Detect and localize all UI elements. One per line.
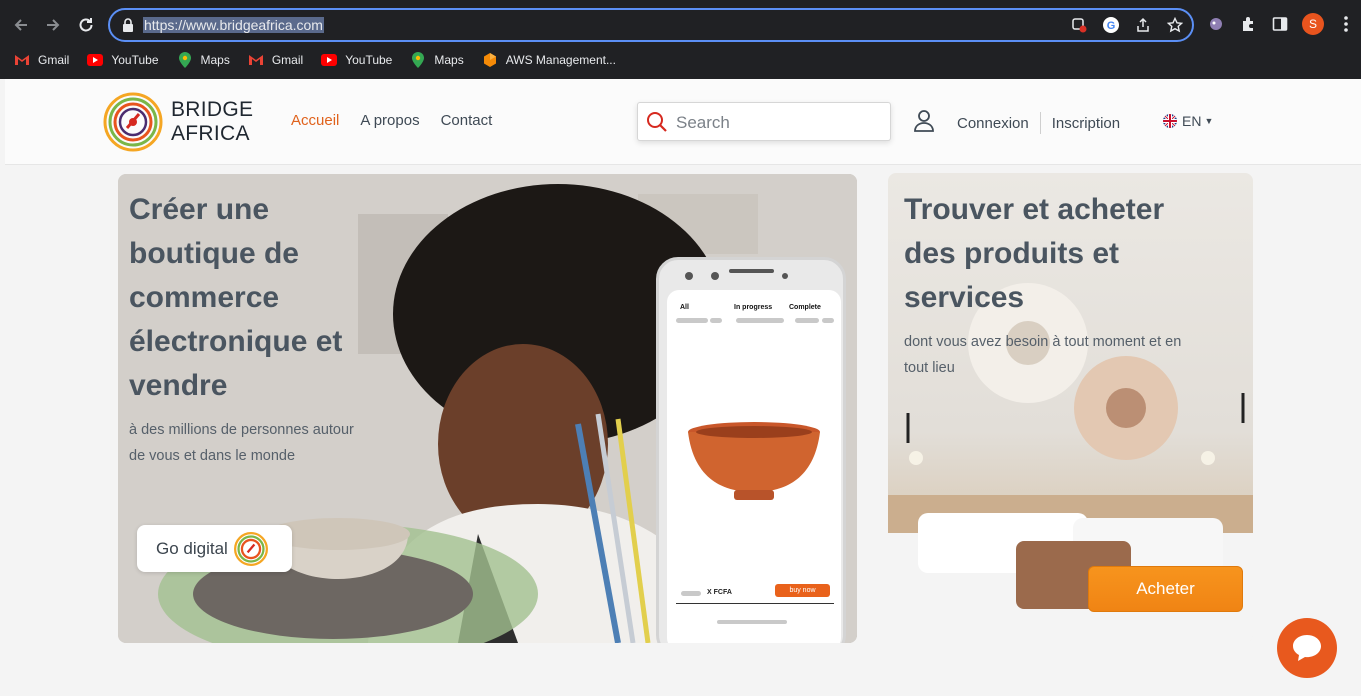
hero-right-title: Trouver et acheter des produits et servi… bbox=[904, 193, 1165, 314]
go-digital-button[interactable]: Go digital bbox=[137, 525, 292, 572]
blocked-popup-icon[interactable] bbox=[1070, 16, 1088, 34]
logo-emblem-icon bbox=[233, 531, 268, 566]
placeholder-bar bbox=[736, 318, 784, 323]
youtube-icon bbox=[321, 52, 338, 68]
search-input[interactable]: Search bbox=[637, 102, 891, 141]
nav-a-propos[interactable]: A propos bbox=[360, 112, 419, 129]
signup-link[interactable]: Inscription bbox=[1052, 115, 1120, 132]
placeholder-bar bbox=[795, 318, 819, 323]
nav-contact[interactable]: Contact bbox=[441, 112, 493, 129]
address-bar[interactable]: https://www.bridgeafrica.com G bbox=[108, 8, 1194, 42]
gmail-icon bbox=[14, 52, 30, 68]
profile-avatar[interactable]: S bbox=[1302, 13, 1324, 35]
bookmark-aws[interactable]: AWS Management... bbox=[482, 52, 616, 68]
placeholder-bar bbox=[676, 318, 708, 323]
bookmark-youtube-2[interactable]: YouTube bbox=[321, 52, 392, 68]
bookmark-youtube[interactable]: YouTube bbox=[87, 52, 159, 68]
reload-icon[interactable] bbox=[74, 13, 98, 37]
lock-icon[interactable] bbox=[122, 18, 134, 37]
phone-camera-icon bbox=[685, 269, 788, 280]
forward-arrow-icon[interactable] bbox=[41, 13, 65, 37]
language-selector[interactable]: EN ▼ bbox=[1163, 113, 1213, 129]
go-digital-label: Go digital bbox=[156, 538, 228, 558]
browser-frame: https://www.bridgeafrica.com G S Gmail Y… bbox=[0, 0, 1361, 79]
hero-right-subtitle: dont vous avez besoin à tout moment et e… bbox=[904, 334, 1182, 376]
youtube-icon bbox=[87, 52, 104, 68]
phone-tab-complete: Complete bbox=[789, 304, 821, 311]
bookmark-star-icon[interactable] bbox=[1166, 16, 1184, 34]
search-icon[interactable] bbox=[646, 111, 668, 138]
back-arrow-icon[interactable] bbox=[9, 13, 33, 37]
hero-left-title: Créer une boutique de commerce électroni… bbox=[129, 193, 343, 402]
clay-bowl-image bbox=[688, 422, 820, 500]
login-link[interactable]: Connexion bbox=[957, 115, 1029, 132]
placeholder-bar bbox=[822, 318, 834, 323]
phone-price: X FCFA bbox=[707, 589, 732, 596]
logo-text-line1: BRIDGE bbox=[171, 98, 254, 121]
main-nav: Accueil A propos Contact bbox=[291, 112, 492, 129]
language-code: EN bbox=[1182, 113, 1202, 129]
logo-emblem-icon bbox=[103, 92, 163, 152]
aws-icon bbox=[482, 52, 498, 68]
chat-button[interactable] bbox=[1277, 618, 1337, 678]
menu-kebab-icon[interactable] bbox=[1336, 13, 1356, 35]
extensions-puzzle-icon[interactable] bbox=[1238, 13, 1258, 35]
divider bbox=[676, 603, 834, 604]
page-bottom bbox=[5, 651, 1361, 696]
placeholder-bar bbox=[681, 591, 701, 596]
user-icon[interactable] bbox=[913, 109, 935, 138]
site-header: BRIDGE AFRICA Accueil A propos Contact S… bbox=[5, 79, 1361, 165]
browser-toolbar: https://www.bridgeafrica.com G S bbox=[0, 5, 1361, 45]
share-icon[interactable] bbox=[1134, 16, 1152, 34]
bookmarks-bar: Gmail YouTube Maps Gmail YouTube Maps AW… bbox=[0, 48, 620, 72]
home-indicator bbox=[717, 620, 787, 624]
auth-links: Connexion Inscription bbox=[957, 112, 1120, 134]
phone-mockup: All In progress Complete X FCFA buy now bbox=[656, 257, 846, 643]
url-text[interactable]: https://www.bridgeafrica.com bbox=[143, 17, 324, 33]
hero-card-sell: Créer une boutique de commerce électroni… bbox=[118, 174, 857, 643]
uk-flag-icon bbox=[1163, 114, 1177, 128]
bookmark-maps-2[interactable]: Maps bbox=[410, 52, 464, 68]
side-panel-icon[interactable] bbox=[1270, 13, 1290, 35]
google-lens-icon[interactable]: G bbox=[1102, 16, 1120, 34]
chat-bubble-icon bbox=[1293, 635, 1321, 661]
maps-icon bbox=[410, 52, 426, 68]
svg-text:G: G bbox=[1107, 20, 1116, 32]
caret-down-icon: ▼ bbox=[1204, 116, 1214, 126]
logo-text-line2: AFRICA bbox=[171, 122, 250, 145]
hero-left-subtitle: à des millions de personnes autour de vo… bbox=[129, 422, 354, 464]
placeholder-bar bbox=[710, 318, 722, 323]
phone-tab-in-progress: In progress bbox=[734, 304, 773, 311]
search-placeholder: Search bbox=[676, 113, 730, 132]
phone-screen: All In progress Complete X FCFA buy now bbox=[667, 290, 841, 643]
bookmark-maps[interactable]: Maps bbox=[177, 52, 230, 68]
extension-icon[interactable] bbox=[1206, 13, 1226, 35]
bridge-africa-logo[interactable]: BRIDGE AFRICA bbox=[103, 92, 253, 152]
acheter-button[interactable]: Acheter bbox=[1088, 566, 1243, 612]
divider bbox=[1039, 112, 1041, 134]
phone-tab-all: All bbox=[680, 304, 689, 311]
phone-buy-now-button: buy now bbox=[775, 584, 830, 597]
maps-icon bbox=[177, 52, 193, 68]
gmail-icon bbox=[248, 52, 264, 68]
nav-accueil[interactable]: Accueil bbox=[291, 112, 339, 129]
bookmark-gmail[interactable]: Gmail bbox=[14, 52, 69, 68]
bookmark-gmail-2[interactable]: Gmail bbox=[248, 52, 303, 68]
